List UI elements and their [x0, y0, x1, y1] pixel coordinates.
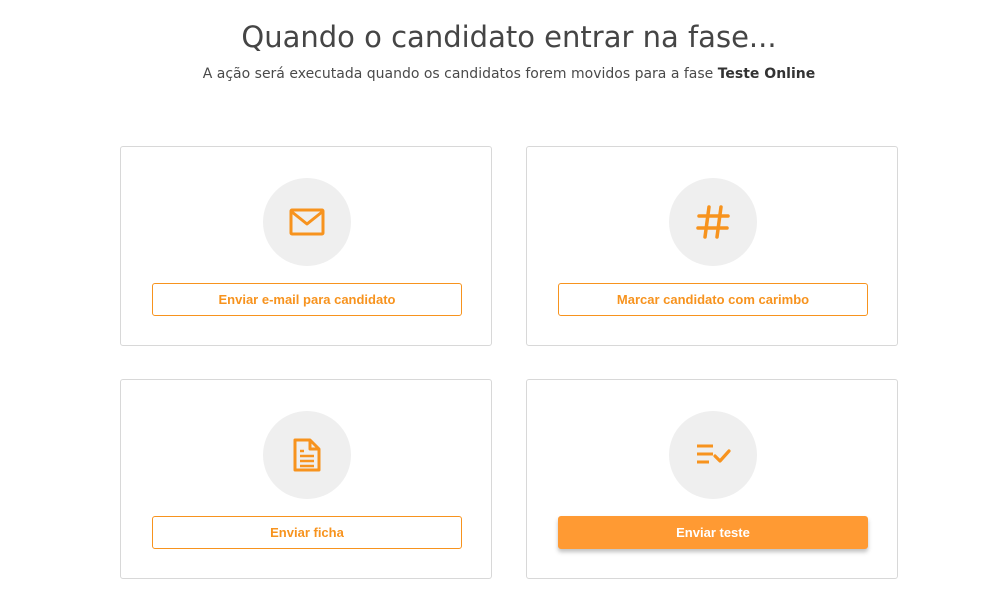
- action-card-test: Enviar teste: [526, 379, 898, 579]
- phase-name: Teste Online: [717, 66, 816, 82]
- hashtag-icon: [695, 204, 731, 240]
- send-form-button[interactable]: Enviar ficha: [152, 516, 462, 549]
- action-selection-page: Quando o candidato entrar na fase... A a…: [0, 0, 1008, 600]
- subtitle-text: A ação será executada quando os candidat…: [202, 66, 718, 82]
- send-test-button[interactable]: Enviar teste: [558, 516, 868, 549]
- action-card-email: Enviar e-mail para candidato: [120, 146, 492, 346]
- icon-circle: [263, 411, 351, 499]
- action-card-form: Enviar ficha: [120, 379, 492, 579]
- checklist-icon: [695, 443, 731, 467]
- send-email-button[interactable]: Enviar e-mail para candidato: [152, 283, 462, 316]
- page-title: Quando o candidato entrar na fase...: [241, 20, 777, 54]
- icon-circle: [669, 411, 757, 499]
- action-card-stamp: Marcar candidato com carimbo: [526, 146, 898, 346]
- page-subtitle: A ação será executada quando os candidat…: [0, 66, 1008, 82]
- stamp-candidate-button[interactable]: Marcar candidato com carimbo: [558, 283, 868, 316]
- icon-circle: [263, 178, 351, 266]
- icon-circle: [669, 178, 757, 266]
- envelope-icon: [289, 208, 325, 236]
- document-icon: [292, 437, 322, 473]
